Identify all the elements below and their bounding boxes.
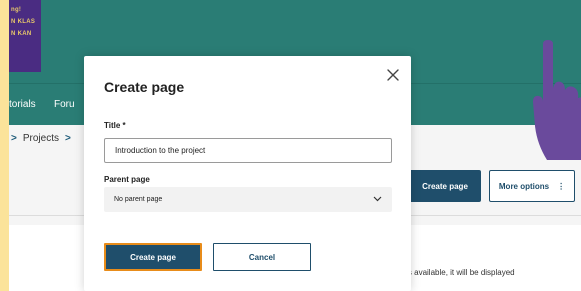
more-options-button[interactable]: More options ⋮ [489, 170, 575, 202]
breadcrumb-separator: > [11, 133, 17, 144]
site-logo[interactable]: ng! N KLAS N KAN [9, 0, 41, 72]
parent-page-select[interactable]: No parent page [104, 187, 392, 212]
create-page-button[interactable]: Create page [409, 170, 481, 202]
parent-page-label: Parent page [104, 175, 150, 184]
breadcrumb-item-projects[interactable]: Projects [23, 133, 59, 144]
kebab-menu-icon: ⋮ [557, 181, 566, 191]
breadcrumb: > Projects > [9, 133, 77, 144]
nav-item-forum[interactable]: Foru [54, 99, 75, 110]
pointing-hand-icon [529, 40, 581, 160]
nav-item-tutorials[interactable]: torials [9, 99, 36, 110]
create-page-dialog: Create page Title * Parent page No paren… [84, 56, 411, 291]
empty-state-text: ge is available, it will be displayed [395, 268, 515, 277]
logo-line-1: ng! [11, 7, 22, 13]
breadcrumb-separator: > [64, 133, 71, 144]
cancel-label: Cancel [248, 252, 276, 262]
dialog-create-page-button[interactable]: Create page [104, 243, 202, 271]
logo-line-3: N KAN [11, 31, 32, 37]
create-page-label: Create page [422, 181, 468, 191]
title-label: Title * [104, 121, 126, 130]
app-window: ng! N KLAS N KAN torials Foru > Projects >… [9, 0, 581, 291]
close-icon[interactable] [386, 68, 400, 82]
logo-line-2: N KLAS [11, 19, 36, 25]
dialog-create-page-label: Create page [130, 252, 176, 262]
cancel-button[interactable]: Cancel [213, 243, 311, 271]
dialog-title: Create page [104, 79, 185, 95]
title-input[interactable] [104, 138, 392, 163]
parent-page-value: No parent page [114, 196, 163, 203]
chevron-down-icon [373, 196, 382, 204]
more-options-label: More options [498, 181, 550, 191]
